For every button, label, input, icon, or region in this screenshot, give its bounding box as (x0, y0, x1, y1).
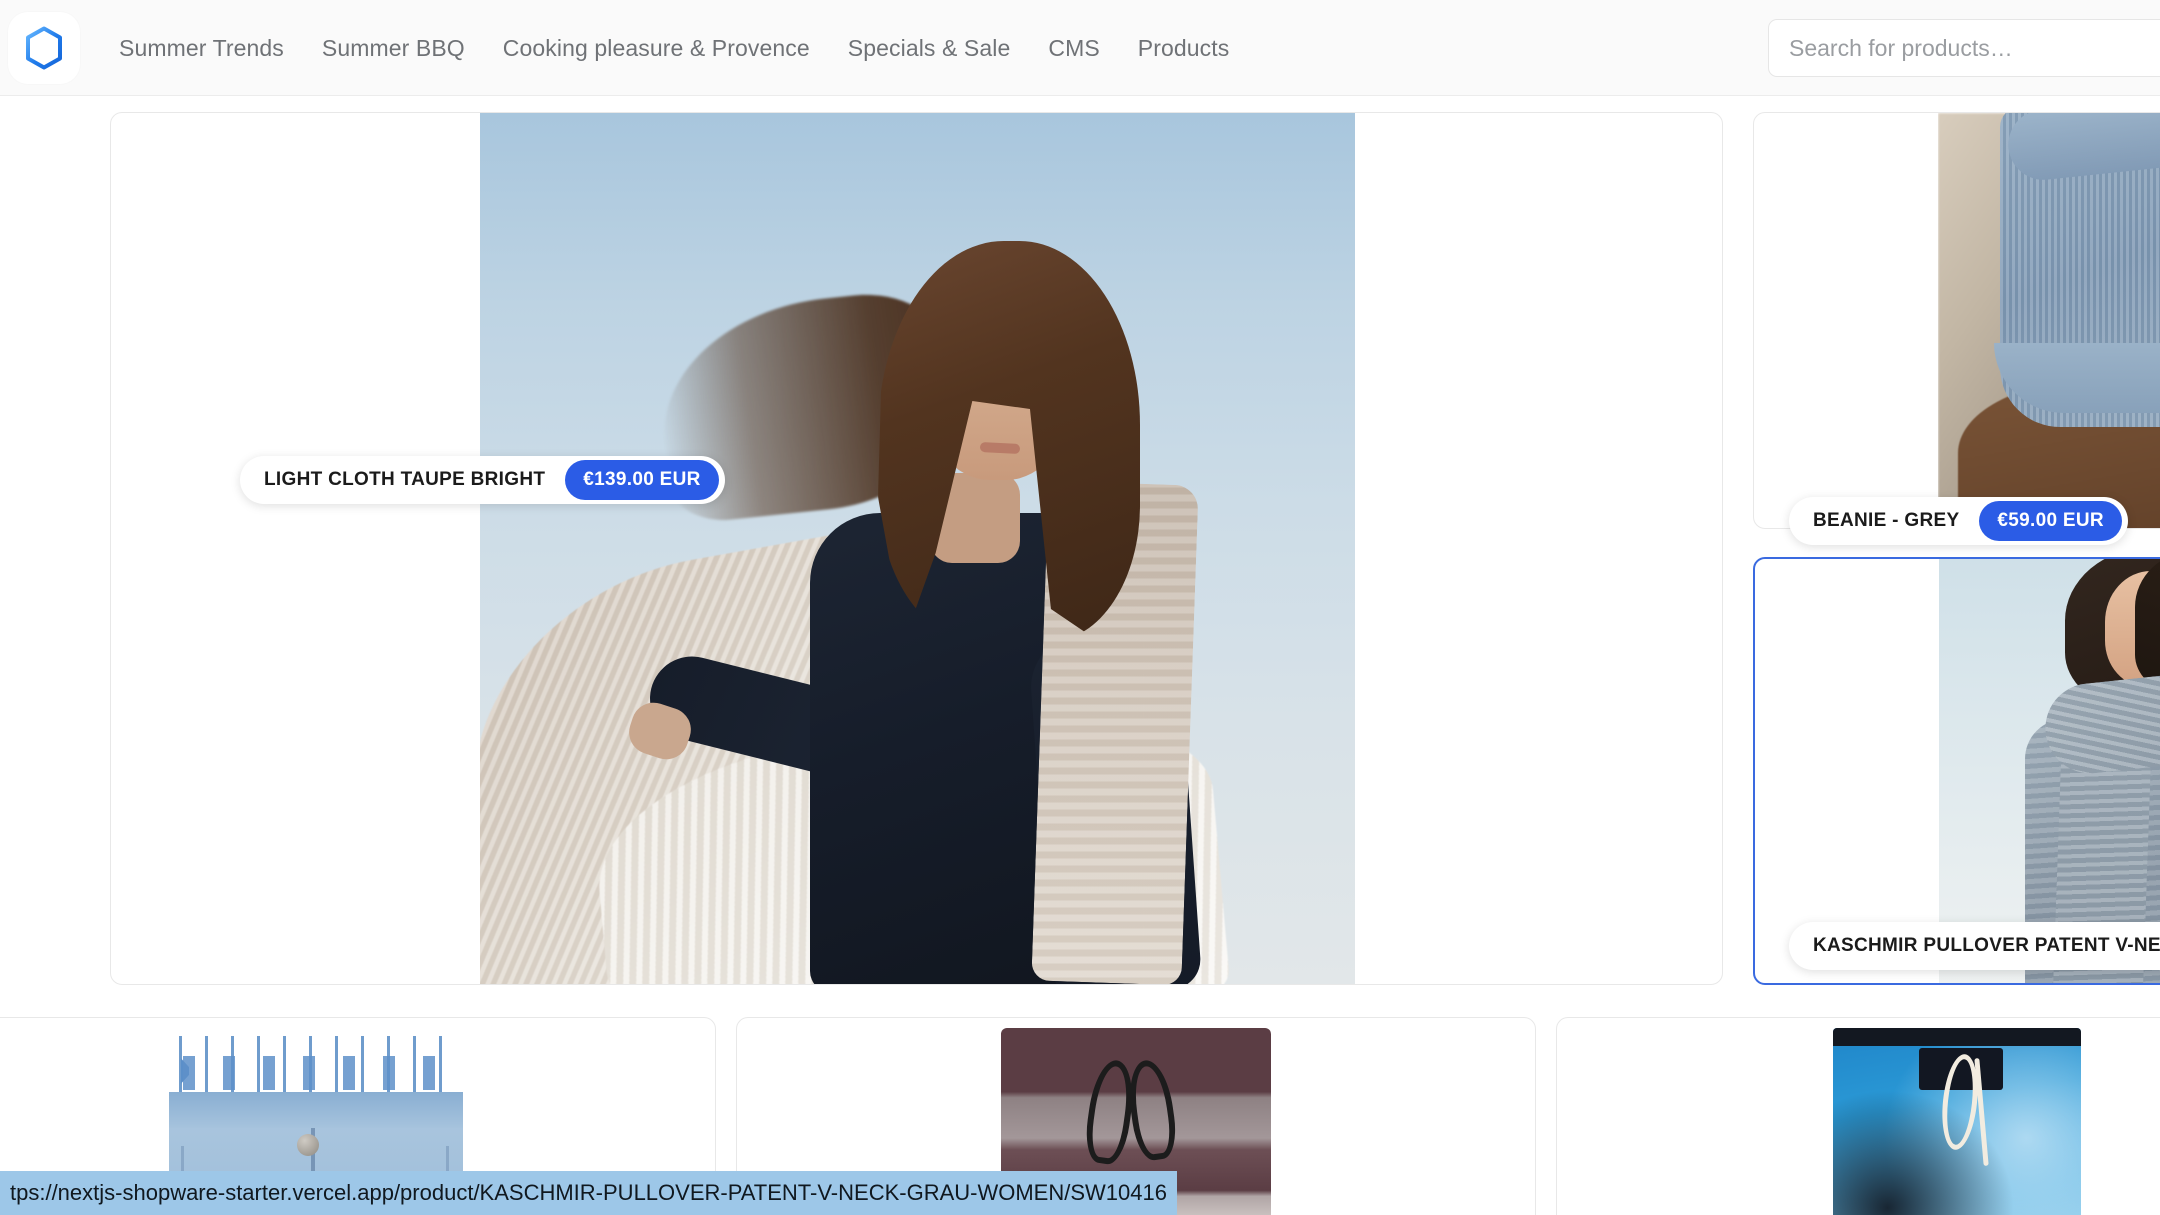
site-header: Summer Trends Summer BBQ Cooking pleasur… (0, 0, 2160, 96)
kaschmir-product-image (1939, 559, 2160, 983)
product-grid: LIGHT CLOTH TAUPE BRIGHT €139.00 EUR BEA… (0, 96, 2160, 1215)
beanie-grey-card[interactable] (1753, 112, 2160, 529)
maroon-drawstring (1079, 1057, 1180, 1167)
blue-print-board-shorts-thumb[interactable] (1556, 1017, 2160, 1215)
denim-diamond-motif (169, 1056, 463, 1090)
beanie-product-price: €59.00 EUR (1979, 501, 2122, 541)
nav-item-products[interactable]: Products (1119, 0, 1249, 96)
denim-upper-band (169, 1092, 463, 1128)
browser-viewport: Summer Trends Summer BBQ Cooking pleasur… (0, 0, 2160, 1215)
beanie-product-title: BEANIE - GREY (1813, 510, 1960, 531)
board-shorts-image (1791, 1018, 2121, 1215)
drawstring-loop-left (1081, 1057, 1139, 1167)
hero-product-card[interactable] (110, 112, 1723, 985)
nav-item-cooking-pleasure-provence[interactable]: Cooking pleasure & Provence (484, 0, 829, 96)
beanie-product-image (1938, 113, 2160, 528)
nav-item-specials-sale[interactable]: Specials & Sale (829, 0, 1030, 96)
hero-product-badge[interactable]: LIGHT CLOTH TAUPE BRIGHT €139.00 EUR (240, 456, 725, 504)
hero-product-price: €139.00 EUR (565, 460, 719, 500)
kaschmir-product-badge[interactable]: KASCHMIR PULLOVER PATENT V-NECK - (1789, 922, 2160, 970)
hero-product-image (480, 113, 1355, 984)
search-container (1768, 19, 2160, 77)
drawstring-loop-right (1124, 1057, 1180, 1163)
search-input[interactable] (1768, 19, 2160, 77)
nav-item-cms[interactable]: CMS (1029, 0, 1118, 96)
status-bar-url: tps://nextjs-shopware-starter.vercel.app… (0, 1171, 1177, 1215)
site-logo[interactable] (8, 12, 80, 84)
primary-nav: Summer Trends Summer BBQ Cooking pleasur… (100, 0, 1248, 96)
denim-button (297, 1134, 319, 1156)
beanie-product-badge[interactable]: BEANIE - GREY €59.00 EUR (1789, 497, 2128, 545)
nav-item-summer-bbq[interactable]: Summer BBQ (303, 0, 484, 96)
board-shorts-waistband (1833, 1028, 2081, 1046)
board-shorts-drawstring (1937, 1052, 1997, 1167)
board-drawstring-tail (1974, 1057, 1989, 1167)
model-lips (979, 441, 1021, 455)
kaschmir-pullover-card[interactable] (1753, 557, 2160, 985)
hexagon-logo-icon (24, 26, 64, 70)
hero-product-title: LIGHT CLOTH TAUPE BRIGHT (264, 469, 546, 490)
nav-item-summer-trends[interactable]: Summer Trends (100, 0, 303, 96)
kaschmir-product-title: KASCHMIR PULLOVER PATENT V-NECK - (1813, 935, 2160, 956)
